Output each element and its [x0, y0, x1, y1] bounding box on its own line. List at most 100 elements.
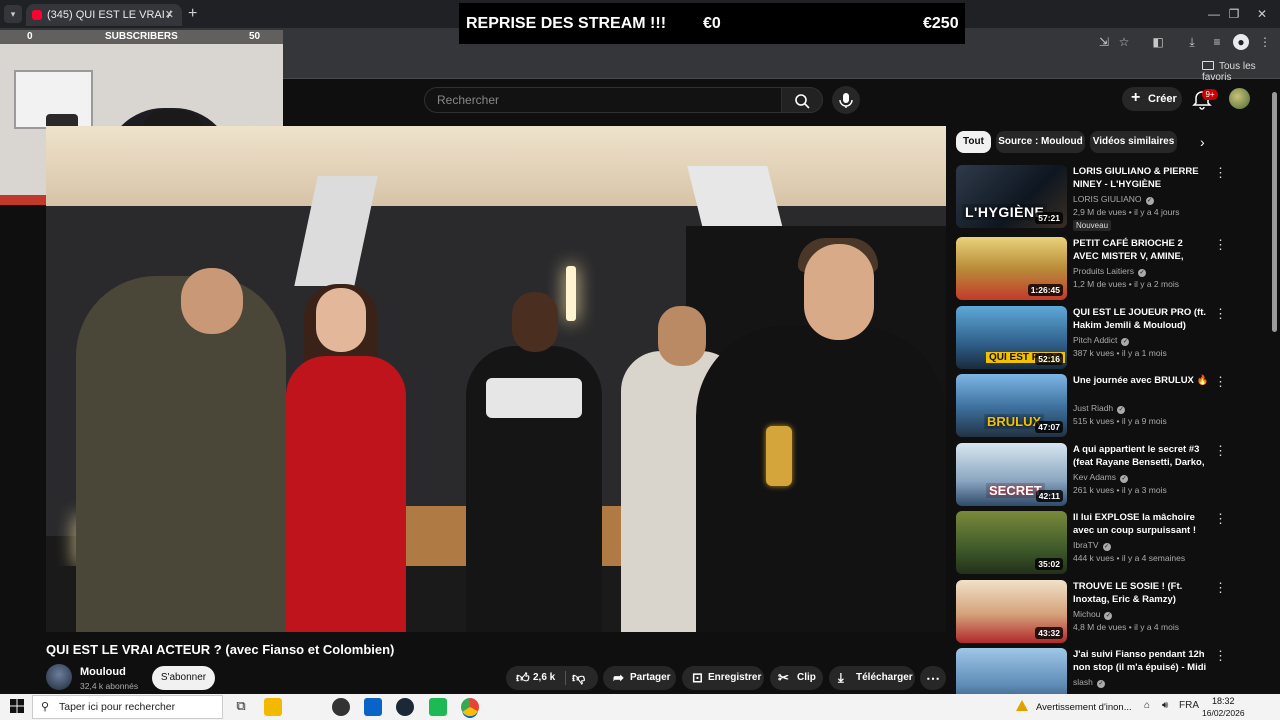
- recommendation-channel[interactable]: slash ✓: [1073, 677, 1105, 688]
- recommendation-channel[interactable]: Just Riadh ✓: [1073, 403, 1126, 414]
- browser-menu-icon[interactable]: ⋮: [1257, 34, 1273, 50]
- view-count: 444 k vues: [1073, 553, 1115, 563]
- recommendation-item[interactable]: SECRET 42:11 A qui appartient le secret …: [956, 443, 1231, 509]
- share-button[interactable]: ➦ Partager: [603, 666, 676, 690]
- recommendation-title[interactable]: QUI EST LE JOUEUR PRO (ft. Hakim Jemili …: [1073, 306, 1209, 332]
- view-count: 1,2 M de vues: [1073, 279, 1127, 289]
- steam-icon[interactable]: [396, 698, 414, 716]
- recommendation-channel[interactable]: IbraTV ✓: [1073, 540, 1111, 551]
- recommendation-channel[interactable]: Produits Laitiers ✓: [1073, 266, 1146, 277]
- folder-icon: [1202, 61, 1214, 70]
- profile-avatar-icon[interactable]: ●: [1233, 34, 1249, 50]
- recommendation-title[interactable]: PETIT CAFÉ BRIOCHE 2 AVEC MISTER V, AMIN…: [1073, 237, 1209, 263]
- recommendation-title[interactable]: A qui appartient le secret #3 (feat Raya…: [1073, 443, 1209, 469]
- channel-avatar[interactable]: [46, 664, 72, 690]
- clip-button[interactable]: ✂ Clip: [770, 666, 823, 690]
- recommendation-title[interactable]: Il lui EXPLOSE la mâchoire avec un coup …: [1073, 511, 1209, 537]
- start-button[interactable]: [8, 697, 26, 715]
- more-options-icon[interactable]: ⋮: [1214, 306, 1227, 322]
- tab-search-button[interactable]: ▾: [4, 5, 22, 23]
- volume-icon[interactable]: 🔊︎: [1162, 700, 1168, 711]
- app-icon[interactable]: [429, 698, 447, 716]
- clock-time[interactable]: 18:32: [1212, 696, 1235, 706]
- recommendation-meta: 387 k vues • il y a 1 mois: [1073, 348, 1167, 358]
- voice-search-button[interactable]: [832, 86, 860, 114]
- more-options-icon[interactable]: ⋮: [1214, 580, 1227, 596]
- more-options-icon[interactable]: ⋮: [1214, 374, 1227, 390]
- recommendation-item[interactable]: BRULUX 47:07 Une journée avec BRULUX 🔥 J…: [956, 374, 1231, 440]
- recommendation-item[interactable]: L'HYGIÈNE 57:21 LORIS GIULIANO & PIERRE …: [956, 165, 1231, 231]
- more-options-icon[interactable]: ⋮: [1214, 237, 1227, 253]
- channel-name[interactable]: Mouloud: [80, 666, 126, 678]
- recommendation-channel[interactable]: Kev Adams ✓: [1073, 472, 1128, 483]
- like-button[interactable]: 👍︎ 2,6 k 👎︎: [506, 666, 598, 690]
- more-options-icon[interactable]: ⋮: [1214, 165, 1227, 181]
- install-app-icon[interactable]: ⇲: [1096, 34, 1112, 50]
- all-favorites-folder[interactable]: Tous les favoris: [1202, 61, 1280, 83]
- recommendation-channel[interactable]: Michou ✓: [1073, 609, 1113, 620]
- recommendation-title[interactable]: TROUVE LE SOSIE ! (Ft. Inoxtag, Eric & R…: [1073, 580, 1209, 606]
- recommendation-item[interactable]: J'ai suivi Fianso pendant 12h non stop (…: [956, 648, 1231, 694]
- account-avatar[interactable]: [1229, 88, 1250, 109]
- recommendation-item[interactable]: 43:32 TROUVE LE SOSIE ! (Ft. Inoxtag, Er…: [956, 580, 1231, 646]
- file-explorer-icon[interactable]: [264, 698, 282, 716]
- network-icon[interactable]: ⌂: [1144, 700, 1150, 711]
- weather-alert[interactable]: Avertissement d'inon...: [1016, 700, 1132, 713]
- thumbs-down-icon[interactable]: 👎︎: [572, 666, 585, 690]
- task-view-icon[interactable]: ⧉: [232, 698, 250, 716]
- channel-subscribers: 32,4 k abonnés: [80, 681, 139, 691]
- video-thumbnail[interactable]: 1:26:45: [956, 237, 1067, 300]
- video-person: [696, 326, 946, 632]
- close-window-button[interactable]: ✕: [1242, 2, 1280, 26]
- download-button[interactable]: ⤓ Télécharger: [829, 666, 915, 690]
- more-options-icon[interactable]: ⋮: [1214, 443, 1227, 459]
- video-thumbnail[interactable]: QUI EST PRO ? 52:16: [956, 306, 1067, 369]
- chip-source[interactable]: Source : Mouloud: [996, 131, 1085, 153]
- bookmark-star-icon[interactable]: ☆: [1116, 34, 1132, 50]
- recommendation-channel[interactable]: Pitch Addict ✓: [1073, 335, 1130, 346]
- chip-similar[interactable]: Vidéos similaires: [1090, 131, 1177, 153]
- search-button[interactable]: [781, 87, 823, 113]
- recommendation-item[interactable]: 1:26:45 PETIT CAFÉ BRIOCHE 2 AVEC MISTER…: [956, 237, 1231, 303]
- extensions-icon[interactable]: ◧: [1150, 34, 1166, 50]
- upload-age: il y a 4 mois: [1134, 622, 1179, 632]
- video-thumbnail[interactable]: [956, 648, 1067, 694]
- save-button[interactable]: ⊡ Enregistrer: [682, 666, 764, 690]
- taskbar-search-box[interactable]: ⚲ Taper ici pour rechercher: [32, 695, 223, 719]
- video-thumbnail[interactable]: SECRET 42:11: [956, 443, 1067, 506]
- create-button[interactable]: + Créer: [1122, 87, 1182, 111]
- video-player[interactable]: [46, 126, 946, 632]
- outlook-icon[interactable]: [364, 698, 382, 716]
- chevron-right-icon[interactable]: ›: [1200, 134, 1216, 150]
- subscribe-button[interactable]: S'abonner: [152, 666, 215, 690]
- app-icon[interactable]: [332, 698, 350, 716]
- upload-age: il y a 1 mois: [1121, 348, 1167, 358]
- recommendation-title[interactable]: LORIS GIULIANO & PIERRE NINEY - L'HYGIÈN…: [1073, 165, 1209, 191]
- recommendation-item[interactable]: 35:02 Il lui EXPLOSE la mâchoire avec un…: [956, 511, 1231, 577]
- page-scrollbar[interactable]: [1272, 92, 1277, 332]
- more-actions-button[interactable]: ⋯: [920, 666, 946, 690]
- new-tab-button[interactable]: +: [188, 4, 202, 24]
- browser-tab-active[interactable]: (345) QUI EST LE VRAI ACTEUR ✕: [26, 4, 182, 26]
- media-controls-icon[interactable]: ≡: [1209, 34, 1225, 50]
- tab-close-icon[interactable]: ✕: [165, 4, 174, 26]
- chip-all[interactable]: Tout: [956, 131, 991, 153]
- chrome-icon[interactable]: [461, 698, 479, 716]
- recommendation-item[interactable]: QUI EST PRO ? 52:16 QUI EST LE JOUEUR PR…: [956, 306, 1231, 372]
- recommendation-channel[interactable]: LORIS GIULIANO ✓: [1073, 194, 1154, 205]
- search-input[interactable]: [435, 92, 769, 108]
- video-thumbnail[interactable]: BRULUX 47:07: [956, 374, 1067, 437]
- more-options-icon[interactable]: ⋮: [1214, 648, 1227, 664]
- video-thumbnail[interactable]: 43:32: [956, 580, 1067, 643]
- video-thumbnail[interactable]: 35:02: [956, 511, 1067, 574]
- downloads-icon[interactable]: ⤓: [1184, 34, 1200, 50]
- video-person-head: [181, 268, 243, 334]
- recommendation-title[interactable]: Une journée avec BRULUX 🔥: [1073, 374, 1209, 387]
- recommendation-title[interactable]: J'ai suivi Fianso pendant 12h non stop (…: [1073, 648, 1209, 674]
- clock-date[interactable]: 16/02/2026: [1202, 708, 1245, 718]
- verified-check-icon: ✓: [1120, 475, 1128, 483]
- video-thumbnail[interactable]: L'HYGIÈNE 57:21: [956, 165, 1067, 228]
- input-language[interactable]: FRA: [1179, 700, 1199, 711]
- more-options-icon[interactable]: ⋮: [1214, 511, 1227, 527]
- search-box: [424, 87, 782, 113]
